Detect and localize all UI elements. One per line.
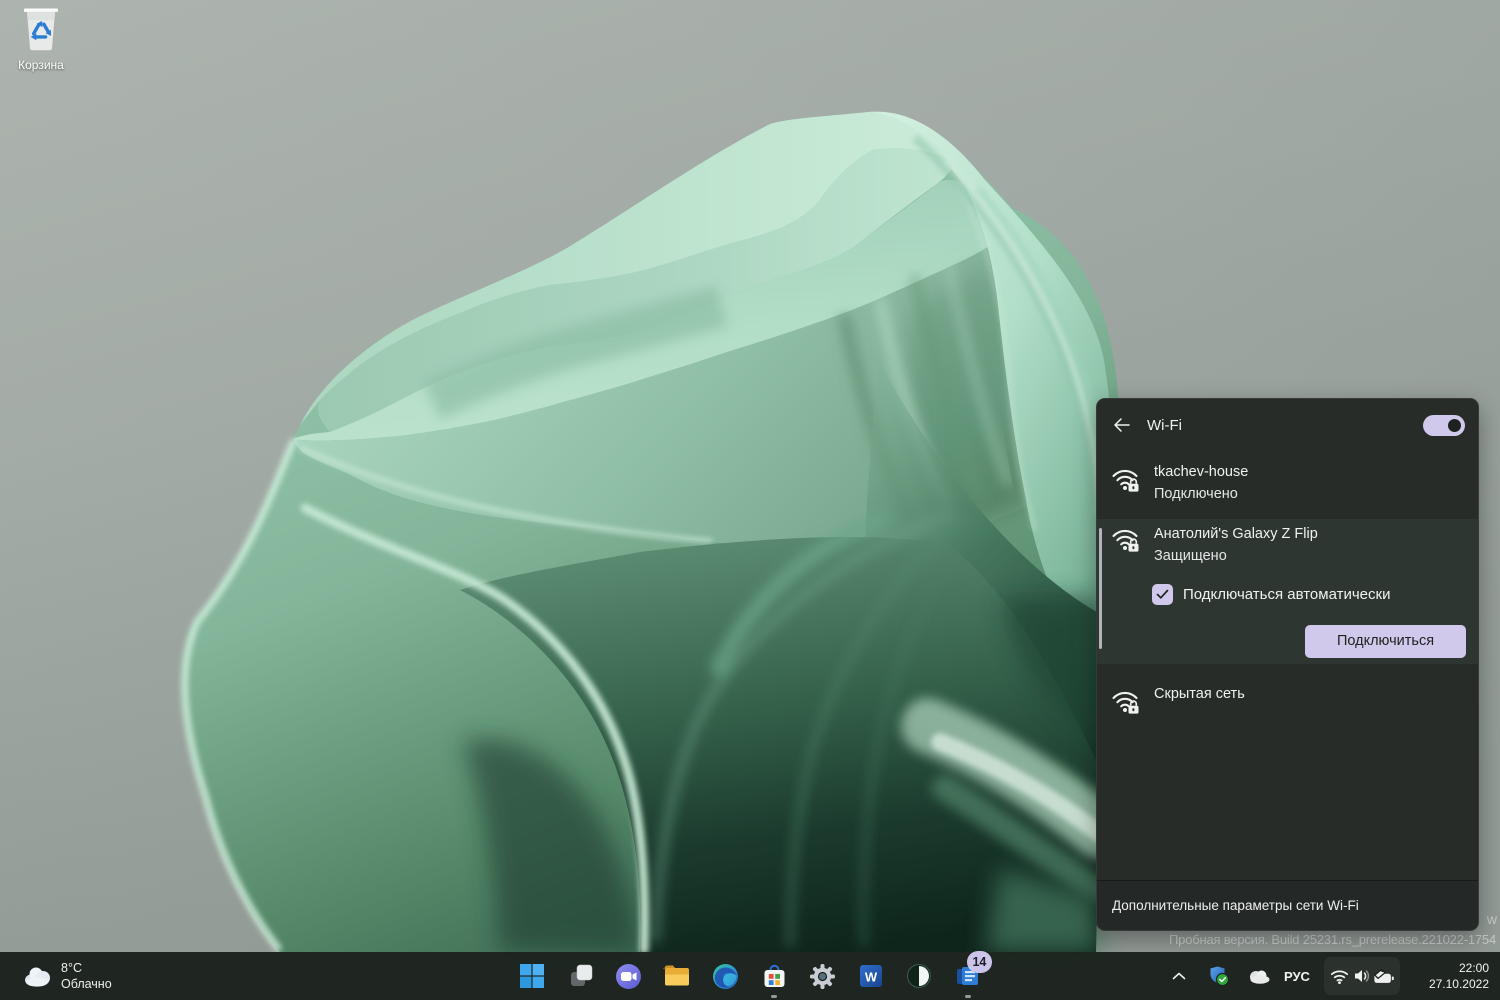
svg-text:W: W xyxy=(865,970,878,985)
